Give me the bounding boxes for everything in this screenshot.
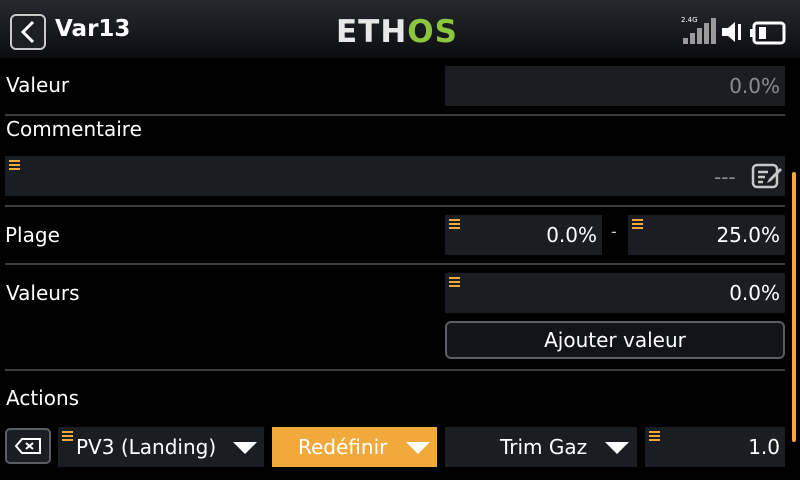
valeurs-label: Valeurs: [6, 281, 80, 305]
menu-icon: [649, 431, 660, 441]
valeurs-field[interactable]: 0.0%: [445, 273, 785, 313]
plage-max-field[interactable]: 25.0%: [628, 215, 785, 255]
add-value-button[interactable]: Ajouter valeur: [445, 321, 785, 359]
battery-icon: [749, 21, 787, 49]
action-target-dropdown[interactable]: Trim Gaz: [445, 427, 637, 467]
ethos-logo: ETHOS: [336, 14, 458, 50]
speaker-icon: [720, 20, 746, 48]
chevron-left-icon: [20, 20, 35, 44]
signal-band-label: 2.4G: [681, 16, 698, 24]
divider: [5, 114, 785, 116]
action-amount-field[interactable]: 1.0: [645, 427, 785, 467]
actions-label: Actions: [6, 386, 80, 410]
commentaire-value: ---: [714, 165, 736, 189]
action-target-value: Trim Gaz: [500, 435, 588, 459]
menu-icon: [449, 277, 460, 287]
commentaire-label: Commentaire: [6, 117, 142, 141]
plage-min-field[interactable]: 0.0%: [445, 215, 602, 255]
divider: [5, 369, 785, 371]
edit-icon[interactable]: [751, 162, 783, 194]
divider: [5, 263, 785, 265]
action-mode-value: Redéfinir: [298, 435, 388, 459]
menu-icon: [9, 160, 20, 170]
page-title: Var13: [55, 16, 131, 42]
commentaire-field[interactable]: [5, 156, 785, 196]
divider: [5, 205, 785, 207]
valeur-label: Valeur: [6, 73, 70, 97]
menu-icon: [449, 219, 460, 229]
chevron-down-icon: [605, 442, 629, 454]
action-source-dropdown[interactable]: PV3 (Landing): [58, 427, 264, 467]
menu-icon: [632, 219, 643, 229]
valeur-field: 0.0%: [445, 66, 785, 106]
plage-label: Plage: [5, 223, 60, 247]
chevron-down-icon: [233, 442, 257, 454]
delete-action-button[interactable]: [5, 428, 51, 464]
backspace-icon: [14, 438, 41, 454]
scrollbar[interactable]: [792, 172, 796, 442]
signal-strength-icon: 2.4G: [681, 16, 719, 44]
range-separator: -: [611, 222, 617, 241]
action-mode-dropdown[interactable]: Redéfinir: [272, 427, 437, 467]
menu-icon: [62, 431, 73, 441]
back-button[interactable]: [10, 14, 46, 50]
action-source-value: PV3 (Landing): [76, 435, 217, 459]
chevron-down-icon: [406, 442, 430, 454]
